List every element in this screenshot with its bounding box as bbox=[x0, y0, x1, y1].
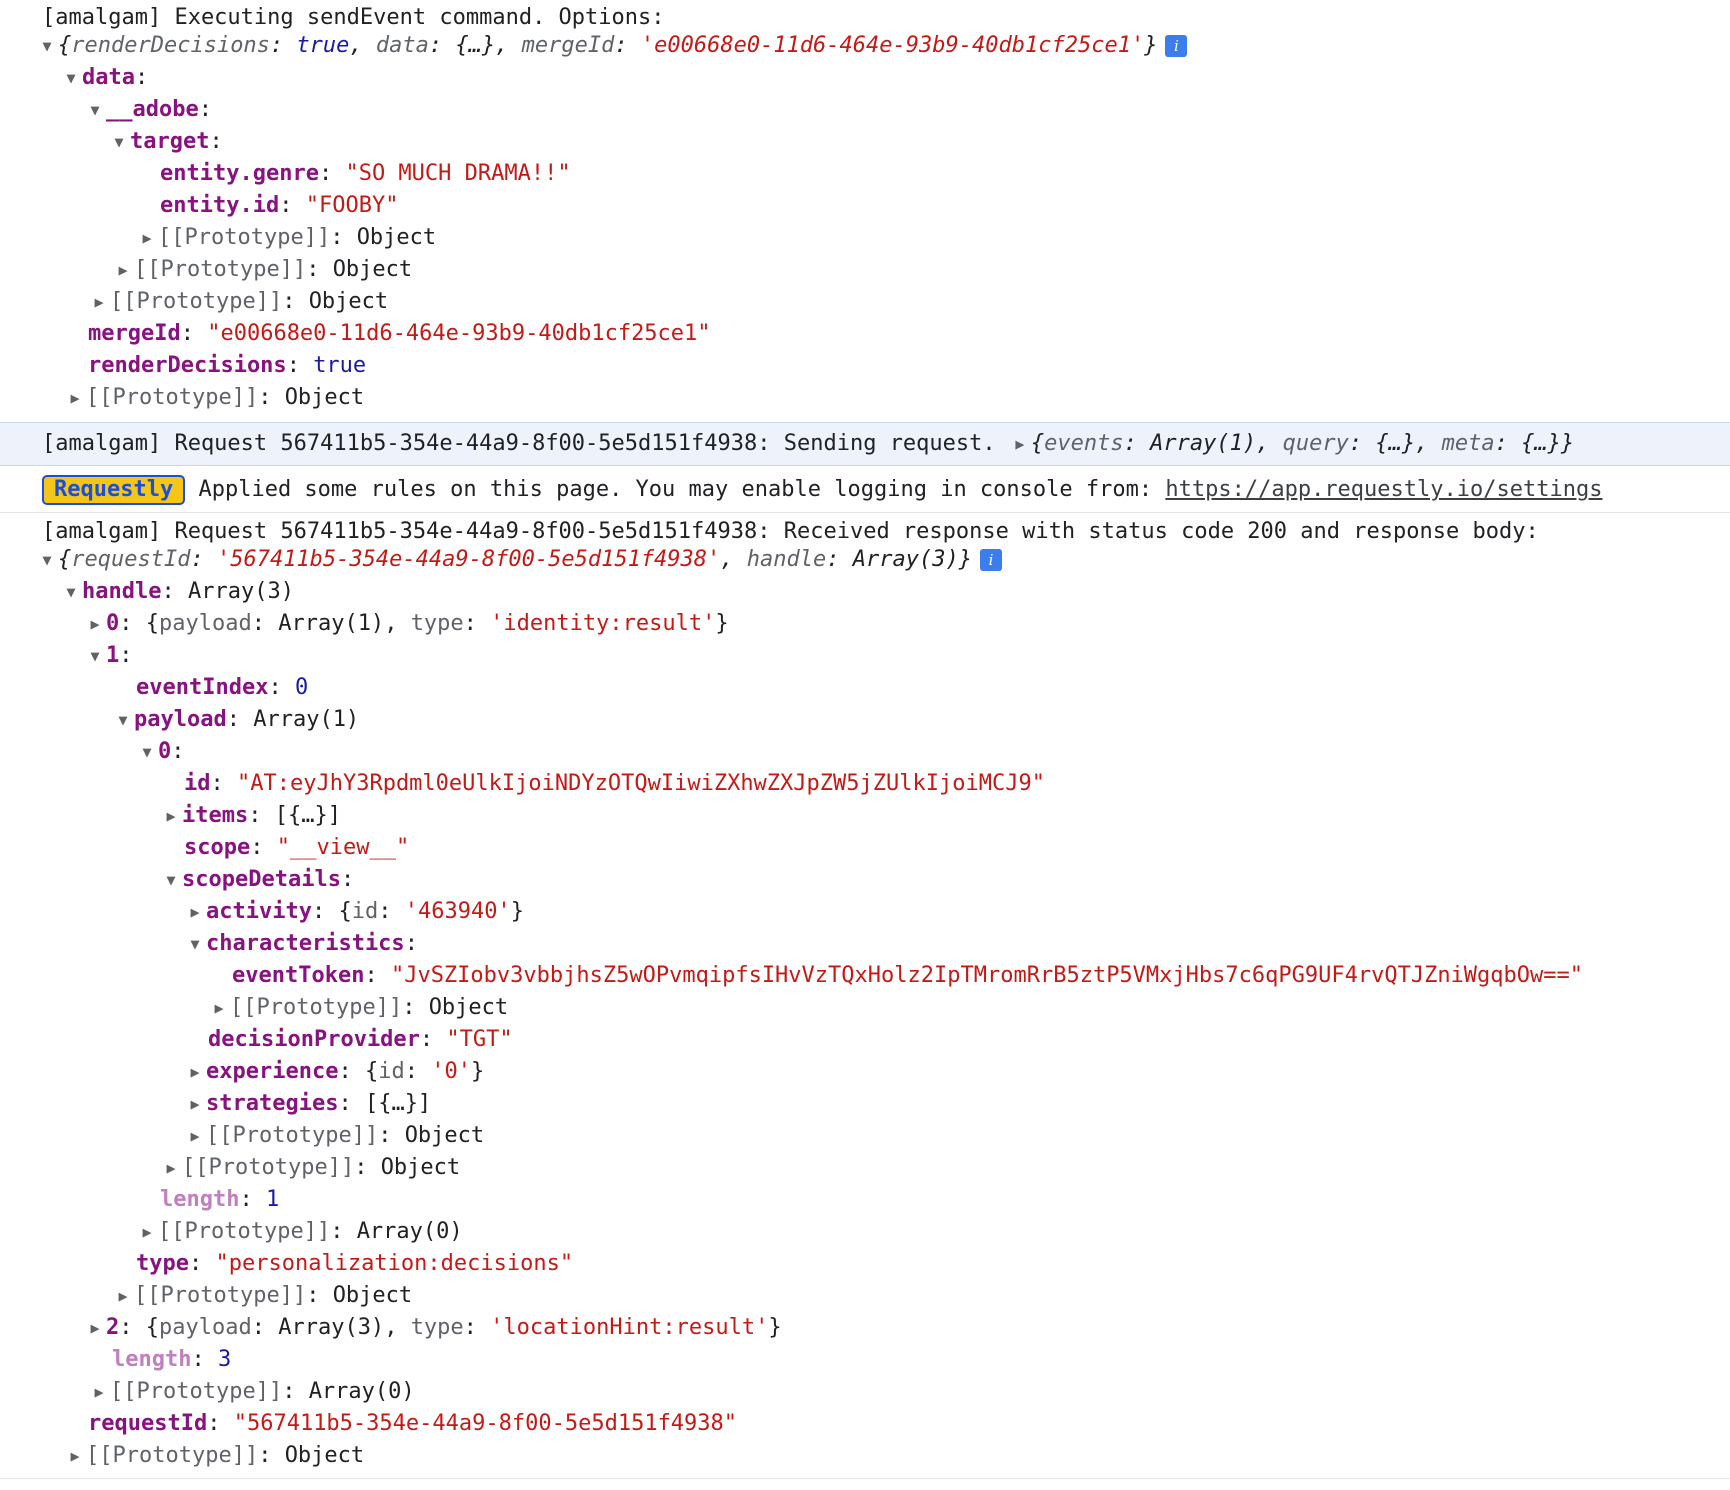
sending-request-message[interactable]: [amalgam] Request 567411b5-354e-44a9-8f0… bbox=[42, 428, 1574, 460]
collapsed-triangle-icon[interactable]: ▶ bbox=[1009, 428, 1031, 460]
prototype-node[interactable]: ▶ [[Prototype]]: Object bbox=[64, 382, 364, 414]
collapsed-triangle-icon[interactable]: ▶ bbox=[136, 222, 158, 254]
event-index-property: eventIndex: 0 bbox=[136, 675, 309, 700]
scope-property: scope: "__view__" bbox=[184, 835, 410, 860]
prototype-node[interactable]: ▶ [[Prototype]]: Object bbox=[160, 1152, 460, 1184]
mergeid-property: mergeId: "e00668e0-11d6-464e-93b9-40db1c… bbox=[88, 321, 711, 346]
collapsed-triangle-icon[interactable]: ▶ bbox=[184, 1120, 206, 1152]
expanded-triangle-icon[interactable]: ▼ bbox=[112, 704, 134, 736]
handle-item-1[interactable]: ▼ 1: bbox=[84, 640, 132, 672]
decision-id-property: id: "AT:eyJhY3Rpdml0eUlkIjoiNDYzOTQwIiwi… bbox=[184, 771, 1045, 796]
payload-item-0[interactable]: ▼ 0: bbox=[136, 736, 184, 768]
collapsed-triangle-icon[interactable]: ▶ bbox=[208, 992, 230, 1024]
collapsed-triangle-icon[interactable]: ▶ bbox=[136, 1216, 158, 1248]
prototype-node[interactable]: ▶ [[Prototype]]: Object bbox=[136, 222, 436, 254]
adobe-node[interactable]: ▼ __adobe: bbox=[84, 94, 211, 126]
payload-length-property: length: 1 bbox=[160, 1187, 280, 1212]
prototype-node[interactable]: ▶ [[Prototype]]: Object bbox=[112, 1280, 412, 1312]
collapsed-triangle-icon[interactable]: ▶ bbox=[112, 254, 134, 286]
requestly-settings-link[interactable]: https://app.requestly.io/settings bbox=[1165, 477, 1602, 502]
prototype-node[interactable]: ▶ [[Prototype]]: Object bbox=[88, 286, 388, 318]
activity-node[interactable]: ▶ activity: {id: '463940'} bbox=[184, 896, 523, 928]
prototype-node[interactable]: ▶ [[Prototype]]: Object bbox=[208, 992, 508, 1024]
characteristics-node[interactable]: ▼ characteristics: bbox=[184, 928, 417, 960]
decision-provider-property: decisionProvider: "TGT" bbox=[208, 1027, 513, 1052]
collapsed-triangle-icon[interactable]: ▶ bbox=[88, 286, 110, 318]
strategies-node[interactable]: ▶ strategies: [{…}] bbox=[184, 1088, 431, 1120]
expanded-triangle-icon[interactable]: ▼ bbox=[160, 864, 182, 896]
data-node[interactable]: ▼ data: bbox=[60, 62, 148, 94]
expanded-triangle-icon[interactable]: ▼ bbox=[84, 640, 106, 672]
handle-length-property: length: 3 bbox=[112, 1347, 232, 1372]
response-object-summary[interactable]: ▼ {requestId: '567411b5-354e-44a9-8f00-5e… bbox=[36, 544, 1002, 576]
expanded-triangle-icon[interactable]: ▼ bbox=[84, 94, 106, 126]
info-icon[interactable]: i bbox=[980, 549, 1002, 571]
payload-node[interactable]: ▼ payload: Array(1) bbox=[112, 704, 359, 736]
collapsed-triangle-icon[interactable]: ▶ bbox=[88, 1376, 110, 1408]
items-node[interactable]: ▶ items: [{…}] bbox=[160, 800, 340, 832]
collapsed-triangle-icon[interactable]: ▶ bbox=[64, 1440, 86, 1472]
options-object-summary[interactable]: ▼ {renderDecisions: true, data: {…}, merg… bbox=[36, 30, 1188, 62]
collapsed-triangle-icon[interactable]: ▶ bbox=[184, 1056, 206, 1088]
prototype-node[interactable]: ▶ [[Prototype]]: Array(0) bbox=[88, 1376, 414, 1408]
collapsed-triangle-icon[interactable]: ▶ bbox=[160, 800, 182, 832]
prototype-node[interactable]: ▶ [[Prototype]]: Array(0) bbox=[136, 1216, 462, 1248]
target-node[interactable]: ▼ target: bbox=[108, 126, 222, 158]
collapsed-triangle-icon[interactable]: ▶ bbox=[84, 1312, 106, 1344]
prototype-node[interactable]: ▶ [[Prototype]]: Object bbox=[184, 1120, 484, 1152]
expanded-triangle-icon[interactable]: ▼ bbox=[60, 62, 82, 94]
collapsed-triangle-icon[interactable]: ▶ bbox=[184, 896, 206, 928]
expanded-triangle-icon[interactable]: ▼ bbox=[184, 928, 206, 960]
prototype-node[interactable]: ▶ [[Prototype]]: Object bbox=[112, 254, 412, 286]
handle-item-2[interactable]: ▶ 2: {payload: Array(3), type: 'locationH… bbox=[84, 1312, 781, 1344]
event-token-property: eventToken: "JvSZIobv3vbbjhsZ5wOPvmqipfs… bbox=[232, 963, 1584, 988]
collapsed-triangle-icon[interactable]: ▶ bbox=[160, 1152, 182, 1184]
collapsed-triangle-icon[interactable]: ▶ bbox=[184, 1088, 206, 1120]
collapsed-triangle-icon[interactable]: ▶ bbox=[112, 1280, 134, 1312]
entity-id-property: entity.id: "FOOBY" bbox=[160, 193, 399, 218]
expanded-triangle-icon[interactable]: ▼ bbox=[60, 576, 82, 608]
handle-item-0[interactable]: ▶ 0: {payload: Array(1), type: 'identity:… bbox=[84, 608, 728, 640]
expanded-triangle-icon[interactable]: ▼ bbox=[36, 544, 58, 576]
expanded-triangle-icon[interactable]: ▼ bbox=[108, 126, 130, 158]
handle-node[interactable]: ▼ handle: Array(3) bbox=[60, 576, 293, 608]
info-icon[interactable]: i bbox=[1165, 35, 1188, 57]
log-divider bbox=[0, 512, 1730, 513]
log-divider bbox=[0, 1478, 1730, 1479]
requestly-badge: Requestly bbox=[42, 475, 186, 505]
requestly-message: Requestly Applied some rules on this pag… bbox=[42, 474, 1602, 506]
render-decisions-property: renderDecisions: true bbox=[88, 353, 367, 378]
expanded-triangle-icon[interactable]: ▼ bbox=[36, 30, 58, 62]
experience-node[interactable]: ▶ experience: {id: '0'} bbox=[184, 1056, 484, 1088]
entity-genre-property: entity.genre: "SO MUCH DRAMA!!" bbox=[160, 161, 571, 186]
expanded-triangle-icon[interactable]: ▼ bbox=[136, 736, 158, 768]
collapsed-triangle-icon[interactable]: ▶ bbox=[64, 382, 86, 414]
scope-details-node[interactable]: ▼ scopeDetails: bbox=[160, 864, 354, 896]
collapsed-triangle-icon[interactable]: ▶ bbox=[84, 608, 106, 640]
request-id-property: requestId: "567411b5-354e-44a9-8f00-5e5d… bbox=[88, 1411, 738, 1436]
prototype-node[interactable]: ▶ [[Prototype]]: Object bbox=[64, 1440, 364, 1472]
type-property: type: "personalization:decisions" bbox=[136, 1251, 574, 1276]
